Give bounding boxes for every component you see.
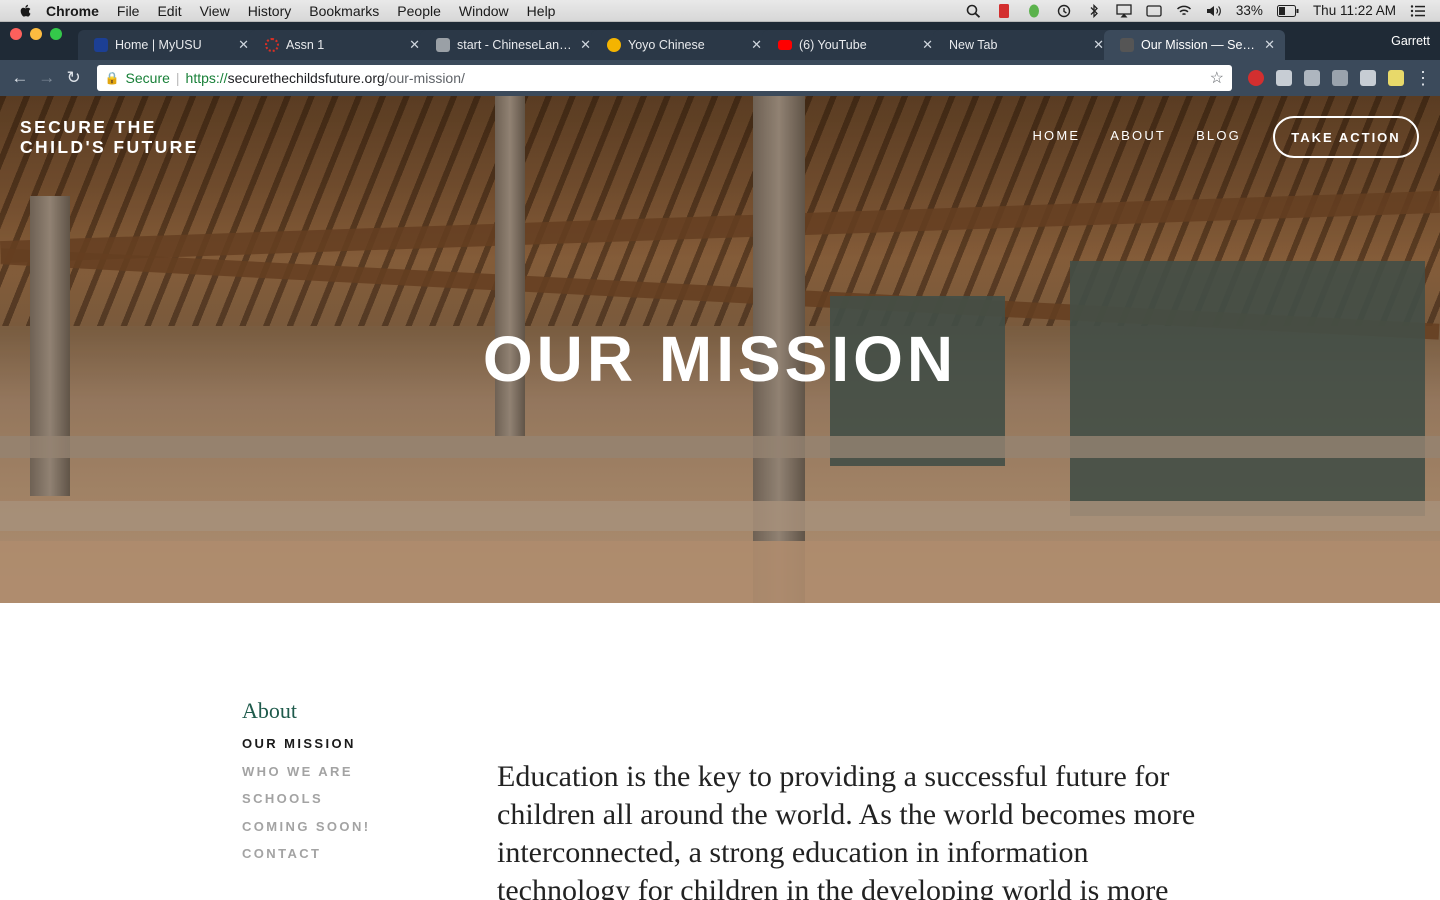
tab-title: start - ChineseLanguage <box>457 38 574 52</box>
wiki-favicon-icon <box>436 38 450 52</box>
back-arrow-icon[interactable]: ← <box>8 66 32 90</box>
subnav-our-mission[interactable]: OUR MISSION <box>242 736 370 764</box>
squarespace-favicon-icon <box>1120 38 1134 52</box>
tab-title: (6) YouTube <box>799 38 867 52</box>
forward-arrow-icon[interactable]: → <box>35 66 59 90</box>
bluetooth-icon[interactable] <box>1086 3 1102 18</box>
menu-help[interactable]: Help <box>527 3 556 19</box>
chat-extension-icon[interactable] <box>1276 70 1292 86</box>
close-tab-icon[interactable]: ✕ <box>922 37 933 53</box>
menu-window[interactable]: Window <box>459 3 509 19</box>
browser-tab-strip: Home | MyUSU ✕ Assn 1 ✕ start - ChineseL… <box>0 22 1440 60</box>
wifi-icon[interactable] <box>1176 4 1192 18</box>
canvas-favicon-icon <box>265 38 279 52</box>
keyboard-icon[interactable] <box>1146 4 1162 18</box>
extensions-area <box>1248 70 1404 86</box>
logo-line-2: CHILD'S FUTURE <box>20 137 199 157</box>
chrome-menu-icon[interactable]: ⋮ <box>1414 68 1432 89</box>
menu-clock[interactable]: Thu 11:22 AM <box>1313 3 1396 18</box>
tab-yoyo-chinese[interactable]: Yoyo Chinese ✕ <box>591 30 772 60</box>
url-host: securethechildsfuture.org <box>227 70 385 86</box>
nav-blog-link[interactable]: BLOG <box>1196 128 1241 143</box>
volume-icon[interactable] <box>1206 4 1222 18</box>
tab-chineselanguage[interactable]: start - ChineseLanguage ✕ <box>420 30 601 60</box>
ublock-extension-icon[interactable] <box>1248 70 1264 86</box>
menu-bookmarks[interactable]: Bookmarks <box>309 3 379 19</box>
tab-assn-1[interactable]: Assn 1 ✕ <box>249 30 430 60</box>
airplay-icon[interactable] <box>1116 3 1132 18</box>
url-path: /our-mission/ <box>384 70 465 86</box>
take-action-button[interactable]: TAKE ACTION <box>1273 116 1419 158</box>
word-extension-icon[interactable] <box>1360 70 1376 86</box>
myusu-favicon-icon <box>94 38 108 52</box>
close-tab-icon[interactable]: ✕ <box>1093 37 1104 53</box>
minimize-window-button[interactable] <box>30 28 42 40</box>
pdf-app-icon[interactable] <box>996 3 1012 18</box>
logo-line-1: SECURE THE <box>20 117 157 137</box>
reload-icon[interactable]: ↻ <box>62 66 86 90</box>
subnav-contact[interactable]: CONTACT <box>242 846 370 874</box>
nav-about-link[interactable]: ABOUT <box>1110 128 1166 143</box>
zoom-window-button[interactable] <box>50 28 62 40</box>
close-tab-icon[interactable]: ✕ <box>580 37 591 53</box>
subnav-who-we-are[interactable]: WHO WE ARE <box>242 764 370 792</box>
menu-people[interactable]: People <box>397 3 441 19</box>
tab-new-tab[interactable]: New Tab ✕ <box>933 30 1114 60</box>
mission-body-text: Education is the key to providing a succ… <box>497 760 1196 900</box>
lock-icon[interactable]: 🔒 <box>105 71 120 85</box>
tab-youtube[interactable]: (6) YouTube ✕ <box>762 30 943 60</box>
tab-title: Assn 1 <box>286 38 325 52</box>
tab-title: Our Mission — Secure <box>1141 38 1259 52</box>
macos-menu-bar: Chrome File Edit View History Bookmarks … <box>0 0 1440 22</box>
evernote-icon[interactable] <box>1026 4 1042 18</box>
yoyo-favicon-icon <box>607 38 621 52</box>
notification-center-icon[interactable] <box>1410 4 1426 18</box>
apple-icon[interactable] <box>18 3 34 19</box>
site-logo[interactable]: SECURE THE CHILD'S FUTURE <box>20 117 199 157</box>
tab-title: Home | MyUSU <box>115 38 202 52</box>
menu-edit[interactable]: Edit <box>157 3 181 19</box>
close-tab-icon[interactable]: ✕ <box>1264 37 1275 53</box>
tab-our-mission[interactable]: Our Mission — Secure ✕ <box>1104 30 1285 60</box>
about-subnavigation: OUR MISSION WHO WE ARE SCHOOLS COMING SO… <box>242 736 370 874</box>
subnav-coming-soon[interactable]: COMING SOON! <box>242 819 370 847</box>
nav-home-link[interactable]: HOME <box>1032 128 1080 143</box>
sidebar-heading[interactable]: About <box>242 698 297 724</box>
search-extension-icon[interactable] <box>1304 70 1320 86</box>
bookmark-star-icon[interactable]: ☆ <box>1210 68 1224 88</box>
profile-button[interactable]: Garrett <box>1391 34 1430 48</box>
close-tab-icon[interactable]: ✕ <box>238 37 249 53</box>
menu-view[interactable]: View <box>200 3 230 19</box>
close-tab-icon[interactable]: ✕ <box>409 37 420 53</box>
battery-percent: 33% <box>1235 3 1263 18</box>
close-window-button[interactable] <box>10 28 22 40</box>
youtube-favicon-icon <box>778 40 792 50</box>
close-tab-icon[interactable]: ✕ <box>751 37 762 53</box>
browser-toolbar: ← → ↻ 🔒 Secure | https:// securethechild… <box>0 60 1440 96</box>
tab-title: Yoyo Chinese <box>628 38 705 52</box>
highlighter-extension-icon[interactable] <box>1388 70 1404 86</box>
subnav-schools[interactable]: SCHOOLS <box>242 791 370 819</box>
page-title: OUR MISSION <box>482 323 958 395</box>
address-bar[interactable]: 🔒 Secure | https:// securethechildsfutur… <box>96 65 1232 91</box>
dictionary-extension-icon[interactable] <box>1332 70 1348 86</box>
menu-history[interactable]: History <box>248 3 292 19</box>
time-machine-icon[interactable] <box>1056 4 1072 18</box>
menu-app-name[interactable]: Chrome <box>46 3 99 19</box>
menu-extras: 33% Thu 11:22 AM <box>966 3 1440 18</box>
window-controls <box>10 28 62 40</box>
spotlight-search-icon[interactable] <box>966 4 982 18</box>
url-scheme: https:// <box>185 70 228 86</box>
battery-icon[interactable] <box>1276 4 1299 17</box>
menu-file[interactable]: File <box>117 3 140 19</box>
secure-label[interactable]: Secure <box>126 70 170 86</box>
tab-myusu[interactable]: Home | MyUSU ✕ <box>78 30 259 60</box>
site-navigation: HOME ABOUT BLOG <box>1032 128 1241 143</box>
address-separator: | <box>175 70 180 86</box>
tab-title: New Tab <box>949 38 998 52</box>
